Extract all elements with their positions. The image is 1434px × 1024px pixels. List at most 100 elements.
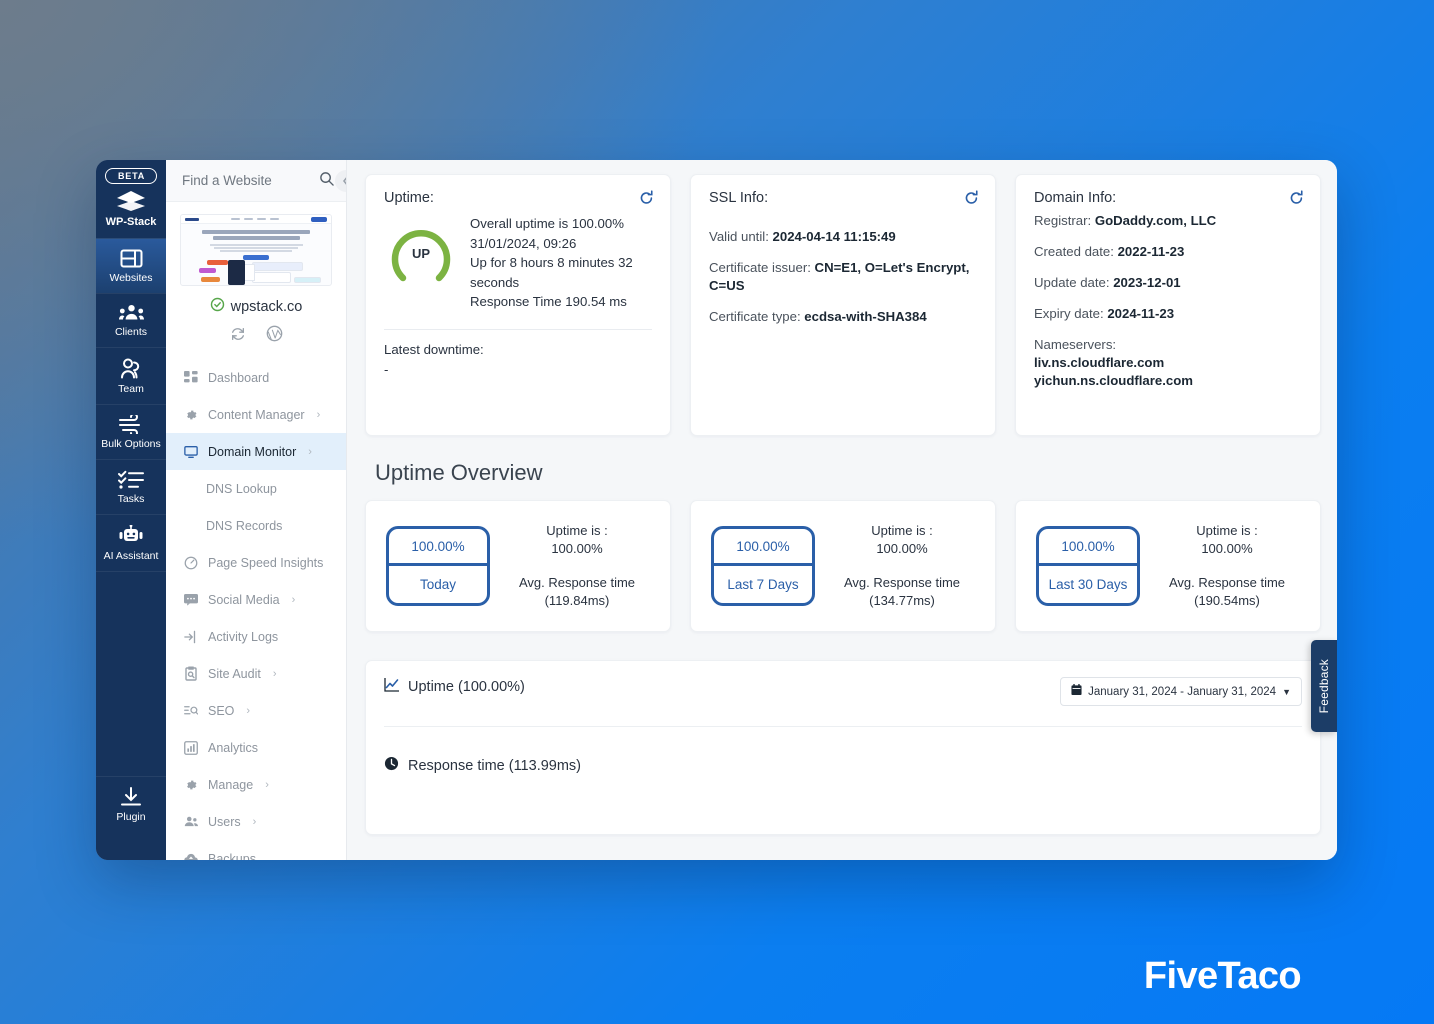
refresh-icon[interactable] [964,190,979,206]
uptime-is-label: Uptime is : [546,523,608,538]
ssl-row-value: ecdsa-with-SHA384 [804,309,927,324]
uptime-gauge: UP [388,220,454,286]
sidebar-item-backups[interactable]: Backups [166,840,346,860]
response-time-title: Response time (113.99ms) [384,756,1302,775]
search-input-placeholder[interactable]: Find a Website [182,173,313,188]
bar-chart-icon [184,740,198,755]
uptime-card-title: Uptime: [384,190,434,206]
uptime-is-label: Uptime is : [1196,523,1258,538]
sidebar-item-page-speed-insights[interactable]: Page Speed Insights [166,544,346,581]
sidebar-item-domain-monitor[interactable]: Domain Monitor › [166,433,346,470]
uptime-period-badge[interactable]: 100.00% Today [386,526,490,606]
chevron-right-icon: › [308,445,312,458]
chevron-right-icon: › [246,704,251,717]
domain-row-label: Expiry date: [1034,306,1108,321]
sidebar-item-activity-logs[interactable]: Activity Logs [166,618,346,655]
domain-info-card: Domain Info: Registrar: GoDaddy.com, LLC… [1015,174,1321,436]
rail-item-websites[interactable]: Websites [96,238,166,293]
uptime-chart-panel: Uptime (100.00%) January 31, 2024 - Janu… [365,660,1321,835]
rail-item-label: Websites [109,272,153,284]
uptime-card: Uptime: UP Overall uptime is 100.00% 31/… [365,174,671,436]
refresh-icon[interactable] [230,326,246,347]
sidebar-item-manage[interactable]: Manage › [166,766,346,803]
domain-row-label: Registrar: [1034,213,1095,228]
sidebar-item-seo[interactable]: SEO › [166,692,346,729]
avg-response-label: Avg. Response time [518,575,636,590]
clipboard-search-icon [184,666,198,681]
nameservers-row: Nameservers: liv.ns.cloudflare.com yichun.… [1034,336,1302,390]
uptime-card-meta: Uptime is : 100.00% Avg. Response time (190… [1140,522,1306,610]
sidebar-item-users[interactable]: Users › [166,803,346,840]
rail-item-label: Clients [114,326,148,338]
uptime-timestamp: 31/01/2024, 09:26 [470,235,577,251]
chevron-right-icon: › [252,815,257,828]
users-icon [184,815,198,829]
date-range-label: January 31, 2024 - January 31, 2024 [1088,685,1277,698]
sidebar-item-label: Backups [208,851,256,861]
sidebar-item-label: Manage [208,777,254,792]
rail-item-plugin[interactable]: Plugin [96,776,166,832]
uptime-period-badge[interactable]: 100.00% Last 7 Days [711,526,815,606]
uptime-details: Overall uptime is 100.00% 31/01/2024, 09… [470,214,652,312]
domain-row-label: Created date: [1034,244,1118,259]
avg-response-label: Avg. Response time [1168,575,1286,590]
plugin-download-icon [120,787,142,807]
ssl-card-title: SSL Info: [709,190,769,206]
search-bar[interactable]: Find a Website [166,160,346,202]
feedback-tab[interactable]: Feedback [1311,640,1337,732]
sidebar-item-social-media[interactable]: Social Media › [166,581,346,618]
rail-item-tasks[interactable]: Tasks [96,459,166,514]
domain-row-value: 2024-11-23 [1107,306,1175,321]
primary-icon-rail: BETA WP-Stack Websites Clients Team Bulk… [96,160,166,860]
login-arrow-icon [184,630,198,644]
sidebar-item-label: Dashboard [208,370,270,385]
rail-item-label: AI Assistant [103,550,159,562]
rail-item-ai-assistant[interactable]: AI Assistant [96,514,166,571]
check-circle-icon [210,297,225,316]
monitor-icon [184,445,198,459]
uptime-overview-card: 100.00% Today Uptime is : 100.00% Avg. Respo… [365,500,671,632]
domain-info-rows: Registrar: GoDaddy.com, LLC Created date:… [1034,212,1302,390]
uptime-overview-card: 100.00% Last 7 Days Uptime is : 100.00% Avg.… [690,500,996,632]
sidebar-item-dashboard[interactable]: Dashboard [166,359,346,396]
sidebar-item-label: DNS Records [206,518,283,533]
ssl-info-card: SSL Info: Valid until: 2024-04-14 11:15:… [690,174,996,436]
cloud-upload-icon [184,852,198,860]
uptime-is-value: 100.00% [876,541,928,556]
websites-icon [120,249,143,268]
line-chart-icon [384,677,400,696]
rail-item-team[interactable]: Team [96,347,166,404]
sidebar-item-content-manager[interactable]: Content Manager › [166,396,346,433]
sidebar-item-site-audit[interactable]: Site Audit › [166,655,346,692]
rail-item-label: Tasks [117,493,145,505]
domain-card-title: Domain Info: [1034,190,1117,206]
chevron-right-icon: › [316,408,321,421]
ssl-info-row: Valid until: 2024-04-14 11:15:49 [709,228,977,246]
rail-item-clients[interactable]: Clients [96,293,166,347]
sidebar-item-label: Content Manager [208,407,305,422]
site-thumbnail-preview [180,214,332,286]
sidebar-item-dns-records[interactable]: DNS Records [166,507,346,544]
refresh-icon[interactable] [1289,190,1304,206]
rail-item-label: Plugin [116,811,146,823]
rail-item-bulk-options[interactable]: Bulk Options [96,404,166,459]
uptime-body: UP Overall uptime is 100.00% 31/01/2024,… [384,214,652,312]
domain-row-value: 2022-11-23 [1117,244,1185,259]
uptime-period-badge[interactable]: 100.00% Last 30 Days [1036,526,1140,606]
fivetaco-logo: FiveTaco [1143,955,1302,997]
date-range-picker[interactable]: January 31, 2024 - January 31, 2024 ▼ [1060,677,1302,706]
current-site-name: wpstack.co [166,297,346,316]
domain-row-value: GoDaddy.com, LLC [1094,213,1217,228]
search-icon[interactable] [319,171,334,191]
ssl-info-row: Certificate type: ecdsa-with-SHA384 [709,308,977,326]
uptime-card-meta: Uptime is : 100.00% Avg. Response time (119… [490,522,656,610]
uptime-overview-heading: Uptime Overview [375,460,543,485]
sidebar-item-dns-lookup[interactable]: DNS Lookup [166,470,346,507]
refresh-icon[interactable] [639,190,654,206]
wordpress-icon[interactable] [266,325,283,347]
uptime-divider [384,328,652,330]
chart-divider [384,726,1302,727]
site-name-label: wpstack.co [230,298,303,315]
sidebar-item-analytics[interactable]: Analytics [166,729,346,766]
nameserver-value: yichun.ns.cloudflare.com [1034,373,1194,388]
